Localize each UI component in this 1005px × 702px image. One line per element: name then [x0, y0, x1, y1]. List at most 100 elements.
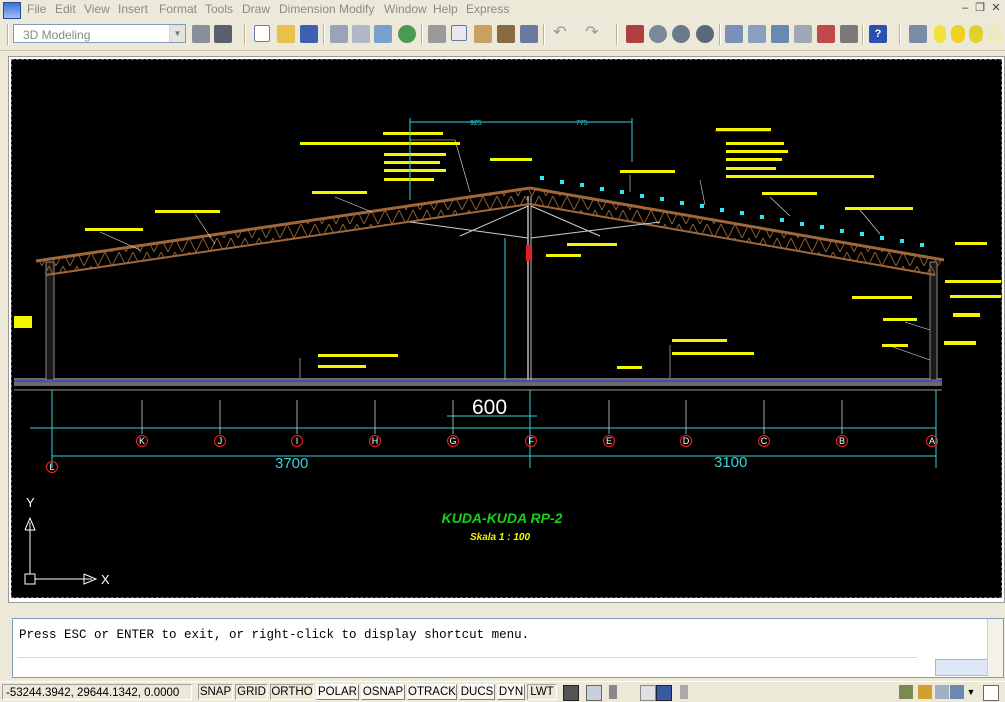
- axis-bubble-C: C: [758, 435, 770, 447]
- redo-icon[interactable]: ↷: [583, 25, 601, 43]
- otrack-toggle[interactable]: OTRACK: [407, 684, 457, 700]
- menu-insert[interactable]: Insert: [118, 2, 148, 16]
- chevron-down-icon[interactable]: ▼: [169, 25, 185, 42]
- plot-icon[interactable]: [330, 25, 348, 43]
- match-properties-icon[interactable]: [497, 25, 515, 43]
- status-bar: -53244.3942, 29644.1342, 0.0000 SNAP GRI…: [0, 681, 1005, 702]
- quickview-icon[interactable]: [640, 685, 656, 701]
- paste-icon[interactable]: [474, 25, 492, 43]
- dim-top-left: 925: [470, 120, 482, 127]
- command-window[interactable]: Press ESC or ENTER to exit, or right-cli…: [12, 618, 1004, 678]
- menu-modify[interactable]: Modify: [339, 2, 374, 16]
- copy-icon[interactable]: [451, 25, 467, 41]
- svg-text:J: J: [218, 436, 223, 446]
- workspace-save-icon[interactable]: [214, 25, 232, 43]
- layer-on-icon[interactable]: [934, 25, 946, 43]
- menu-bar: File Edit View Insert Format Tools Draw …: [0, 0, 1005, 19]
- menu-express[interactable]: Express: [466, 2, 509, 16]
- chevron-down-icon[interactable]: ▼: [964, 685, 978, 699]
- menu-format[interactable]: Format: [159, 2, 197, 16]
- command-horizontal-scrollbar[interactable]: [935, 659, 989, 676]
- svg-text:A: A: [929, 436, 935, 446]
- svg-text:H: H: [372, 436, 379, 446]
- menu-help[interactable]: Help: [433, 2, 458, 16]
- svg-text:L: L: [49, 462, 54, 472]
- properties-icon[interactable]: [725, 25, 743, 43]
- layer-color-icon[interactable]: [987, 25, 1003, 43]
- layout-icon[interactable]: [586, 685, 602, 701]
- grid-toggle[interactable]: GRID: [235, 684, 268, 700]
- osnap-toggle[interactable]: OSNAP: [361, 684, 405, 700]
- minimize-icon[interactable]: –: [958, 2, 972, 16]
- workspace-value: 3D Modeling: [23, 28, 91, 42]
- menu-dimension[interactable]: Dimension: [279, 2, 336, 16]
- annotation-scale-icon[interactable]: [656, 685, 672, 701]
- model-space-canvas[interactable]: 925 775 600 3700 3100 L K J I H G F E D …: [11, 59, 1002, 598]
- tool-palettes-icon[interactable]: [771, 25, 789, 43]
- zoom-realtime-icon[interactable]: [649, 25, 667, 43]
- zoom-window-icon[interactable]: [672, 25, 690, 43]
- menu-edit[interactable]: Edit: [55, 2, 76, 16]
- drawing-scale: Skala 1 : 100: [470, 532, 530, 543]
- svg-text:F: F: [528, 436, 534, 446]
- close-icon[interactable]: ✕: [989, 2, 1003, 16]
- lock-icon[interactable]: [918, 685, 932, 699]
- block-editor-icon[interactable]: [520, 25, 538, 43]
- menu-window[interactable]: Window: [384, 2, 427, 16]
- layer-thaw-icon[interactable]: [951, 25, 965, 43]
- annotation-visibility-icon[interactable]: [899, 685, 913, 699]
- snap-toggle[interactable]: SNAP: [198, 684, 233, 700]
- axis-bubbles: L K J I H G F E D C B A: [46, 435, 938, 473]
- tray-arrow-icon[interactable]: [680, 685, 688, 699]
- cut-icon[interactable]: [428, 25, 446, 43]
- menu-draw[interactable]: Draw: [242, 2, 270, 16]
- menu-file[interactable]: File: [27, 2, 46, 16]
- app-icon[interactable]: [3, 2, 21, 19]
- truss-drawing[interactable]: 925 775 600 3700 3100 L K J I H G F E D …: [11, 59, 1002, 598]
- clean-screen-icon[interactable]: [983, 685, 999, 701]
- menu-view[interactable]: View: [84, 2, 110, 16]
- menu-tools[interactable]: Tools: [205, 2, 233, 16]
- markup-icon[interactable]: [817, 25, 835, 43]
- restore-icon[interactable]: ❐: [973, 2, 987, 16]
- ucs-y-label: Y: [26, 495, 35, 510]
- axis-bubble-E: E: [603, 435, 615, 447]
- coordinate-display[interactable]: -53244.3942, 29644.1342, 0.0000: [2, 684, 192, 700]
- workspace-dropdown[interactable]: 3D Modeling ▼: [13, 24, 186, 43]
- command-input-line[interactable]: [17, 657, 917, 658]
- sheet-set-icon[interactable]: [794, 25, 812, 43]
- calculator-icon[interactable]: [840, 25, 858, 43]
- publish-icon[interactable]: [374, 25, 392, 43]
- undo-icon[interactable]: ↶: [551, 25, 569, 43]
- dim-height: 600: [472, 396, 507, 419]
- plot-preview-icon[interactable]: [352, 25, 370, 43]
- model-icon[interactable]: [563, 685, 579, 701]
- ucs-x-label: X: [101, 572, 110, 587]
- ducs-toggle[interactable]: DUCS: [459, 684, 495, 700]
- toolbar-lock-icon[interactable]: [950, 685, 964, 699]
- dyn-toggle[interactable]: DYN: [497, 684, 525, 700]
- polar-toggle[interactable]: POLAR: [316, 684, 359, 700]
- pan-icon[interactable]: [626, 25, 644, 43]
- save-icon[interactable]: [300, 25, 318, 43]
- svg-text:E: E: [606, 436, 612, 446]
- comm-center-icon[interactable]: [935, 685, 949, 699]
- lwt-toggle[interactable]: LWT: [527, 684, 557, 700]
- 3d-dwf-icon[interactable]: [398, 25, 416, 43]
- dim-span-right: 3100: [714, 454, 747, 471]
- axis-bubble-F: F: [525, 435, 537, 447]
- help-icon[interactable]: ?: [869, 25, 887, 43]
- command-vertical-scrollbar[interactable]: [987, 619, 1003, 677]
- design-center-icon[interactable]: [748, 25, 766, 43]
- pan-tray-icon[interactable]: [609, 685, 617, 699]
- svg-text:D: D: [683, 436, 690, 446]
- workspace-settings-icon[interactable]: [192, 25, 210, 43]
- layer-lock-icon[interactable]: [969, 25, 983, 43]
- axis-bubble-B: B: [836, 435, 848, 447]
- layers-icon[interactable]: [909, 25, 927, 43]
- standard-toolbar: 3D Modeling ▼ ↶ ↷ ?: [0, 19, 1005, 51]
- zoom-previous-icon[interactable]: [696, 25, 714, 43]
- open-icon[interactable]: [277, 25, 295, 43]
- ortho-toggle[interactable]: ORTHO: [270, 684, 314, 700]
- new-icon[interactable]: [254, 25, 270, 42]
